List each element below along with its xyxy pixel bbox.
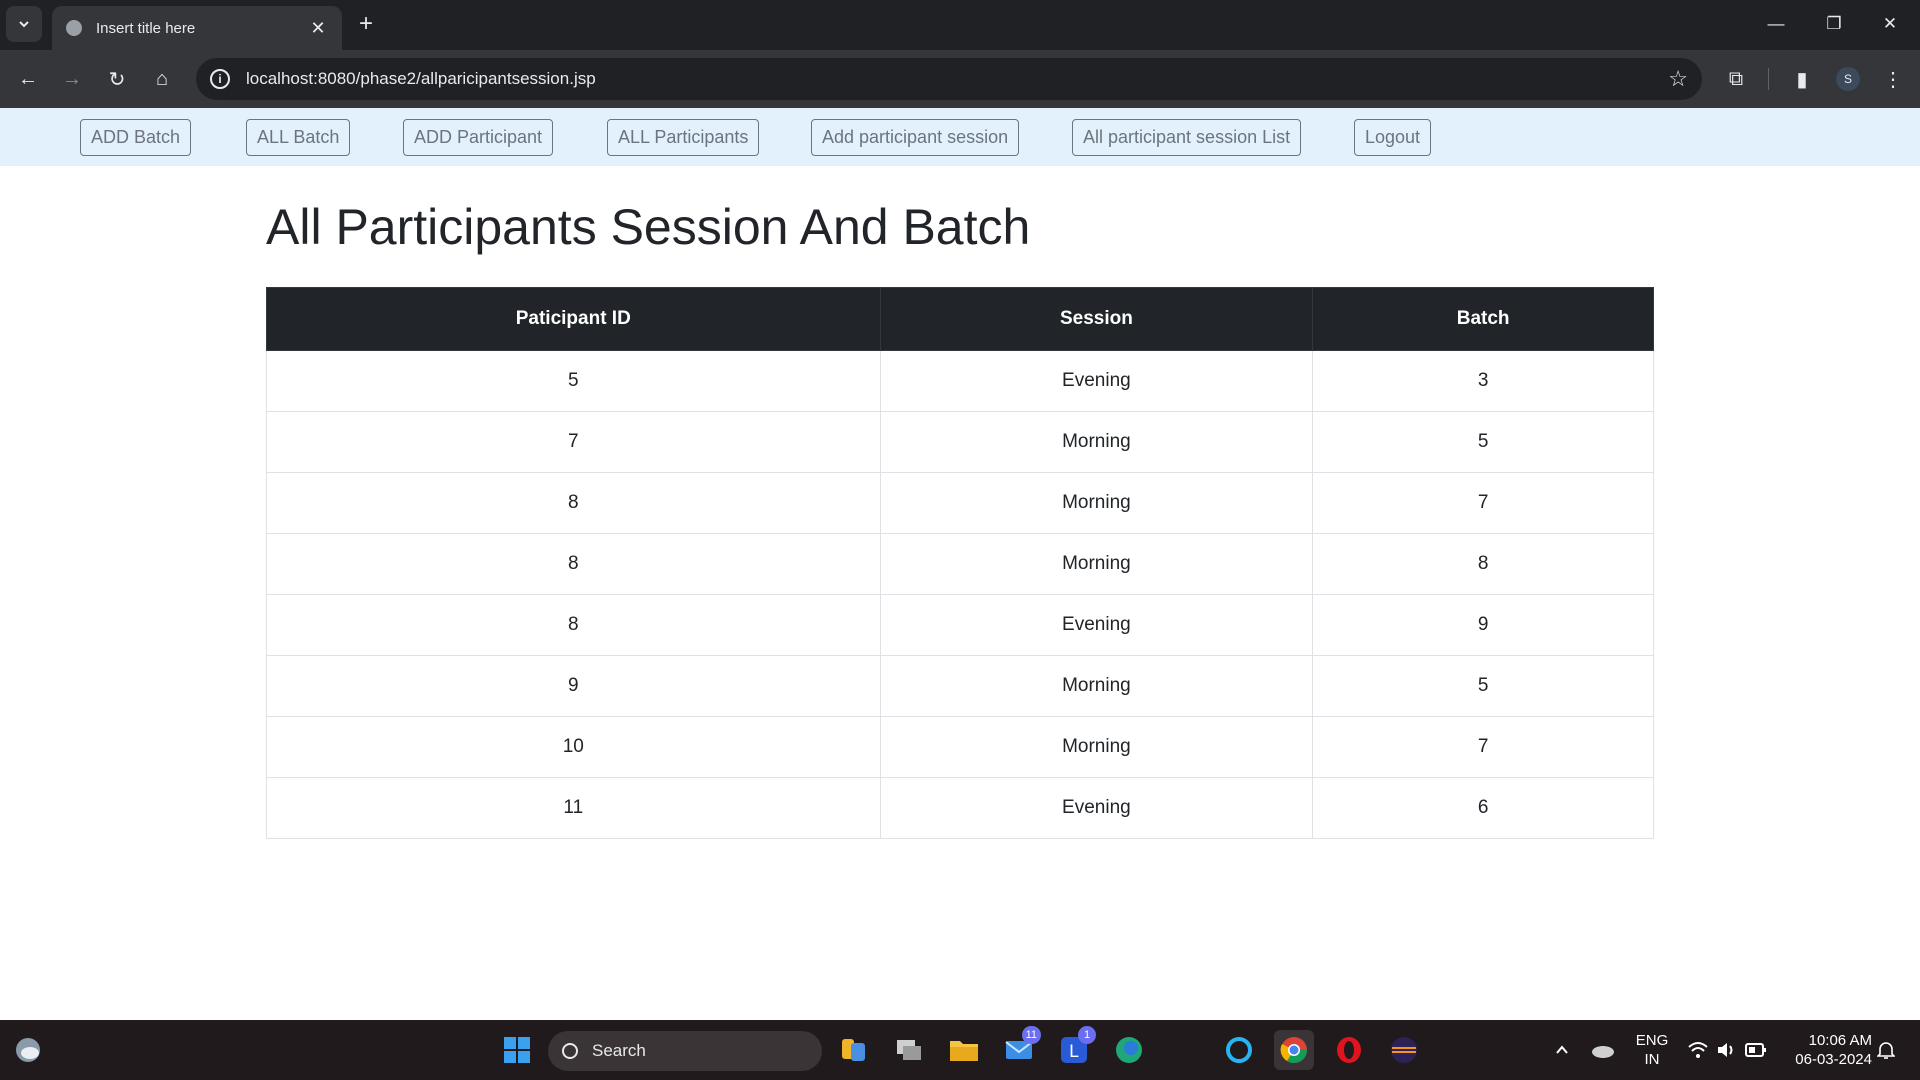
table-header-row: Paticipant ID Session Batch bbox=[266, 287, 1654, 351]
cell-batch: 6 bbox=[1312, 777, 1654, 839]
onedrive-cloud-icon[interactable] bbox=[1582, 1030, 1622, 1070]
language-code: ENG bbox=[1635, 1032, 1669, 1049]
table-row: 8 Evening 9 bbox=[266, 594, 1654, 656]
cell-batch: 5 bbox=[1312, 655, 1654, 717]
browser-toolbar: ← → ↻ ⌂ i localhost:8080/phase2/allparic… bbox=[0, 50, 1920, 108]
l-app-icon[interactable]: L 1 bbox=[1054, 1026, 1096, 1070]
side-panel-icon[interactable]: ▮ bbox=[1787, 64, 1817, 94]
clock-time: 10:06 AM bbox=[1808, 1032, 1872, 1049]
tab-close-icon[interactable]: ✕ bbox=[308, 18, 328, 38]
cell-participant-id: 11 bbox=[266, 777, 881, 839]
table-row: 11 Evening 6 bbox=[266, 777, 1654, 839]
cell-batch: 8 bbox=[1312, 533, 1654, 595]
table-row: 8 Morning 7 bbox=[266, 472, 1654, 534]
cell-participant-id: 10 bbox=[266, 716, 881, 778]
notification-bell-icon[interactable] bbox=[1866, 1030, 1906, 1070]
table-row: 10 Morning 7 bbox=[266, 716, 1654, 778]
all-participants-button[interactable]: ALL Participants bbox=[607, 119, 760, 156]
cell-session: Evening bbox=[879, 594, 1314, 656]
battery-icon[interactable] bbox=[1736, 1030, 1776, 1070]
start-windows-icon[interactable] bbox=[497, 1030, 537, 1070]
cell-participant-id: 8 bbox=[266, 533, 881, 595]
add-participant-button[interactable]: ADD Participant bbox=[403, 119, 554, 156]
cell-session: Morning bbox=[879, 533, 1314, 595]
cell-batch: 3 bbox=[1312, 350, 1654, 412]
new-tab-plus-icon[interactable]: + bbox=[352, 10, 380, 38]
address-bar[interactable]: i localhost:8080/phase2/allparicipantses… bbox=[196, 58, 1702, 100]
taskbar-search-input[interactable]: Search bbox=[548, 1031, 822, 1071]
all-participant-session-list-button[interactable]: All participant session List bbox=[1072, 119, 1302, 156]
cell-session: Evening bbox=[879, 777, 1314, 839]
table-row: 9 Morning 5 bbox=[266, 655, 1654, 717]
header-session: Session bbox=[879, 287, 1314, 351]
svg-text:L: L bbox=[1069, 1042, 1079, 1062]
bookmark-star-icon[interactable]: ☆ bbox=[1668, 66, 1688, 92]
chevron-up-icon[interactable] bbox=[1542, 1030, 1582, 1070]
menu-kebab-icon[interactable]: ⋮ bbox=[1878, 64, 1908, 94]
cell-session: Morning bbox=[879, 411, 1314, 473]
table-row: 7 Morning 5 bbox=[266, 411, 1654, 473]
page-nav-bar: ADD Batch ALL Batch ADD Participant ALL … bbox=[0, 108, 1920, 166]
url-text[interactable]: localhost:8080/phase2/allparicipantsessi… bbox=[246, 69, 1668, 89]
reload-icon[interactable]: ↻ bbox=[99, 61, 135, 97]
cell-batch: 7 bbox=[1312, 472, 1654, 534]
forward-arrow-icon[interactable]: → bbox=[54, 61, 90, 97]
task-view-icon[interactable] bbox=[889, 1030, 929, 1070]
all-batch-button[interactable]: ALL Batch bbox=[246, 119, 351, 156]
clock[interactable]: 10:06 AM 06-03-2024 bbox=[1780, 1031, 1872, 1069]
table-row: 8 Morning 8 bbox=[266, 533, 1654, 595]
language-indicator[interactable]: ENG IN bbox=[1628, 1031, 1676, 1069]
cell-participant-id: 8 bbox=[266, 594, 881, 656]
restore-icon[interactable]: ❐ bbox=[1816, 8, 1852, 40]
file-explorer-icon[interactable] bbox=[944, 1030, 984, 1070]
cell-session: Morning bbox=[879, 655, 1314, 717]
cell-batch: 7 bbox=[1312, 716, 1654, 778]
site-info-icon[interactable]: i bbox=[210, 69, 230, 89]
participants-session-table: Paticipant ID Session Batch 5 Evening 3 … bbox=[266, 287, 1654, 839]
cell-participant-id: 5 bbox=[266, 350, 881, 412]
edge-browser-icon[interactable] bbox=[1109, 1030, 1149, 1070]
copilot-app-icon[interactable] bbox=[834, 1030, 874, 1070]
mail-icon[interactable]: 11 bbox=[999, 1026, 1041, 1070]
eclipse-ide-icon[interactable] bbox=[1384, 1030, 1424, 1070]
opera-browser-icon[interactable] bbox=[1329, 1030, 1369, 1070]
browser-tab-active[interactable]: Insert title here ✕ bbox=[52, 6, 342, 50]
globe-icon bbox=[66, 20, 82, 36]
clock-date: 06-03-2024 bbox=[1795, 1051, 1872, 1068]
profile-avatar[interactable]: S bbox=[1836, 67, 1860, 91]
page-title: All Participants Session And Batch bbox=[266, 199, 1031, 255]
cell-batch: 9 bbox=[1312, 594, 1654, 656]
cell-session: Evening bbox=[879, 350, 1314, 412]
mail-badge: 11 bbox=[1021, 1026, 1041, 1044]
tab-title: Insert title here bbox=[96, 19, 196, 37]
region-code: IN bbox=[1644, 1051, 1660, 1068]
minimize-icon[interactable]: — bbox=[1758, 8, 1794, 40]
app-badge: 1 bbox=[1078, 1026, 1096, 1044]
close-window-icon[interactable]: ✕ bbox=[1872, 8, 1908, 40]
cell-batch: 5 bbox=[1312, 411, 1654, 473]
tab-search-chevron-icon[interactable] bbox=[6, 6, 42, 42]
cell-participant-id: 9 bbox=[266, 655, 881, 717]
add-batch-button[interactable]: ADD Batch bbox=[80, 119, 192, 156]
chrome-browser-icon[interactable] bbox=[1274, 1030, 1314, 1070]
header-batch: Batch bbox=[1312, 287, 1654, 351]
extensions-puzzle-icon[interactable]: ⧉ bbox=[1721, 64, 1751, 94]
cell-session: Morning bbox=[879, 472, 1314, 534]
cell-participant-id: 8 bbox=[266, 472, 881, 534]
back-arrow-icon[interactable]: ← bbox=[10, 61, 46, 97]
toolbar-divider bbox=[1768, 68, 1769, 90]
home-icon[interactable]: ⌂ bbox=[144, 61, 180, 97]
cell-participant-id: 7 bbox=[266, 411, 881, 473]
browser-tab-bar: Insert title here ✕ + — ❐ ✕ bbox=[0, 0, 1920, 50]
cortana-circle-icon[interactable] bbox=[1219, 1030, 1259, 1070]
logout-button[interactable]: Logout bbox=[1354, 119, 1432, 156]
search-placeholder: Search bbox=[592, 1041, 646, 1060]
add-participant-session-button[interactable]: Add participant session bbox=[811, 119, 1020, 156]
header-participant-id: Paticipant ID bbox=[266, 287, 881, 351]
search-icon bbox=[562, 1043, 578, 1059]
table-row: 5 Evening 3 bbox=[266, 350, 1654, 412]
weather-widget-icon[interactable] bbox=[8, 1030, 48, 1070]
cell-session: Morning bbox=[879, 716, 1314, 778]
